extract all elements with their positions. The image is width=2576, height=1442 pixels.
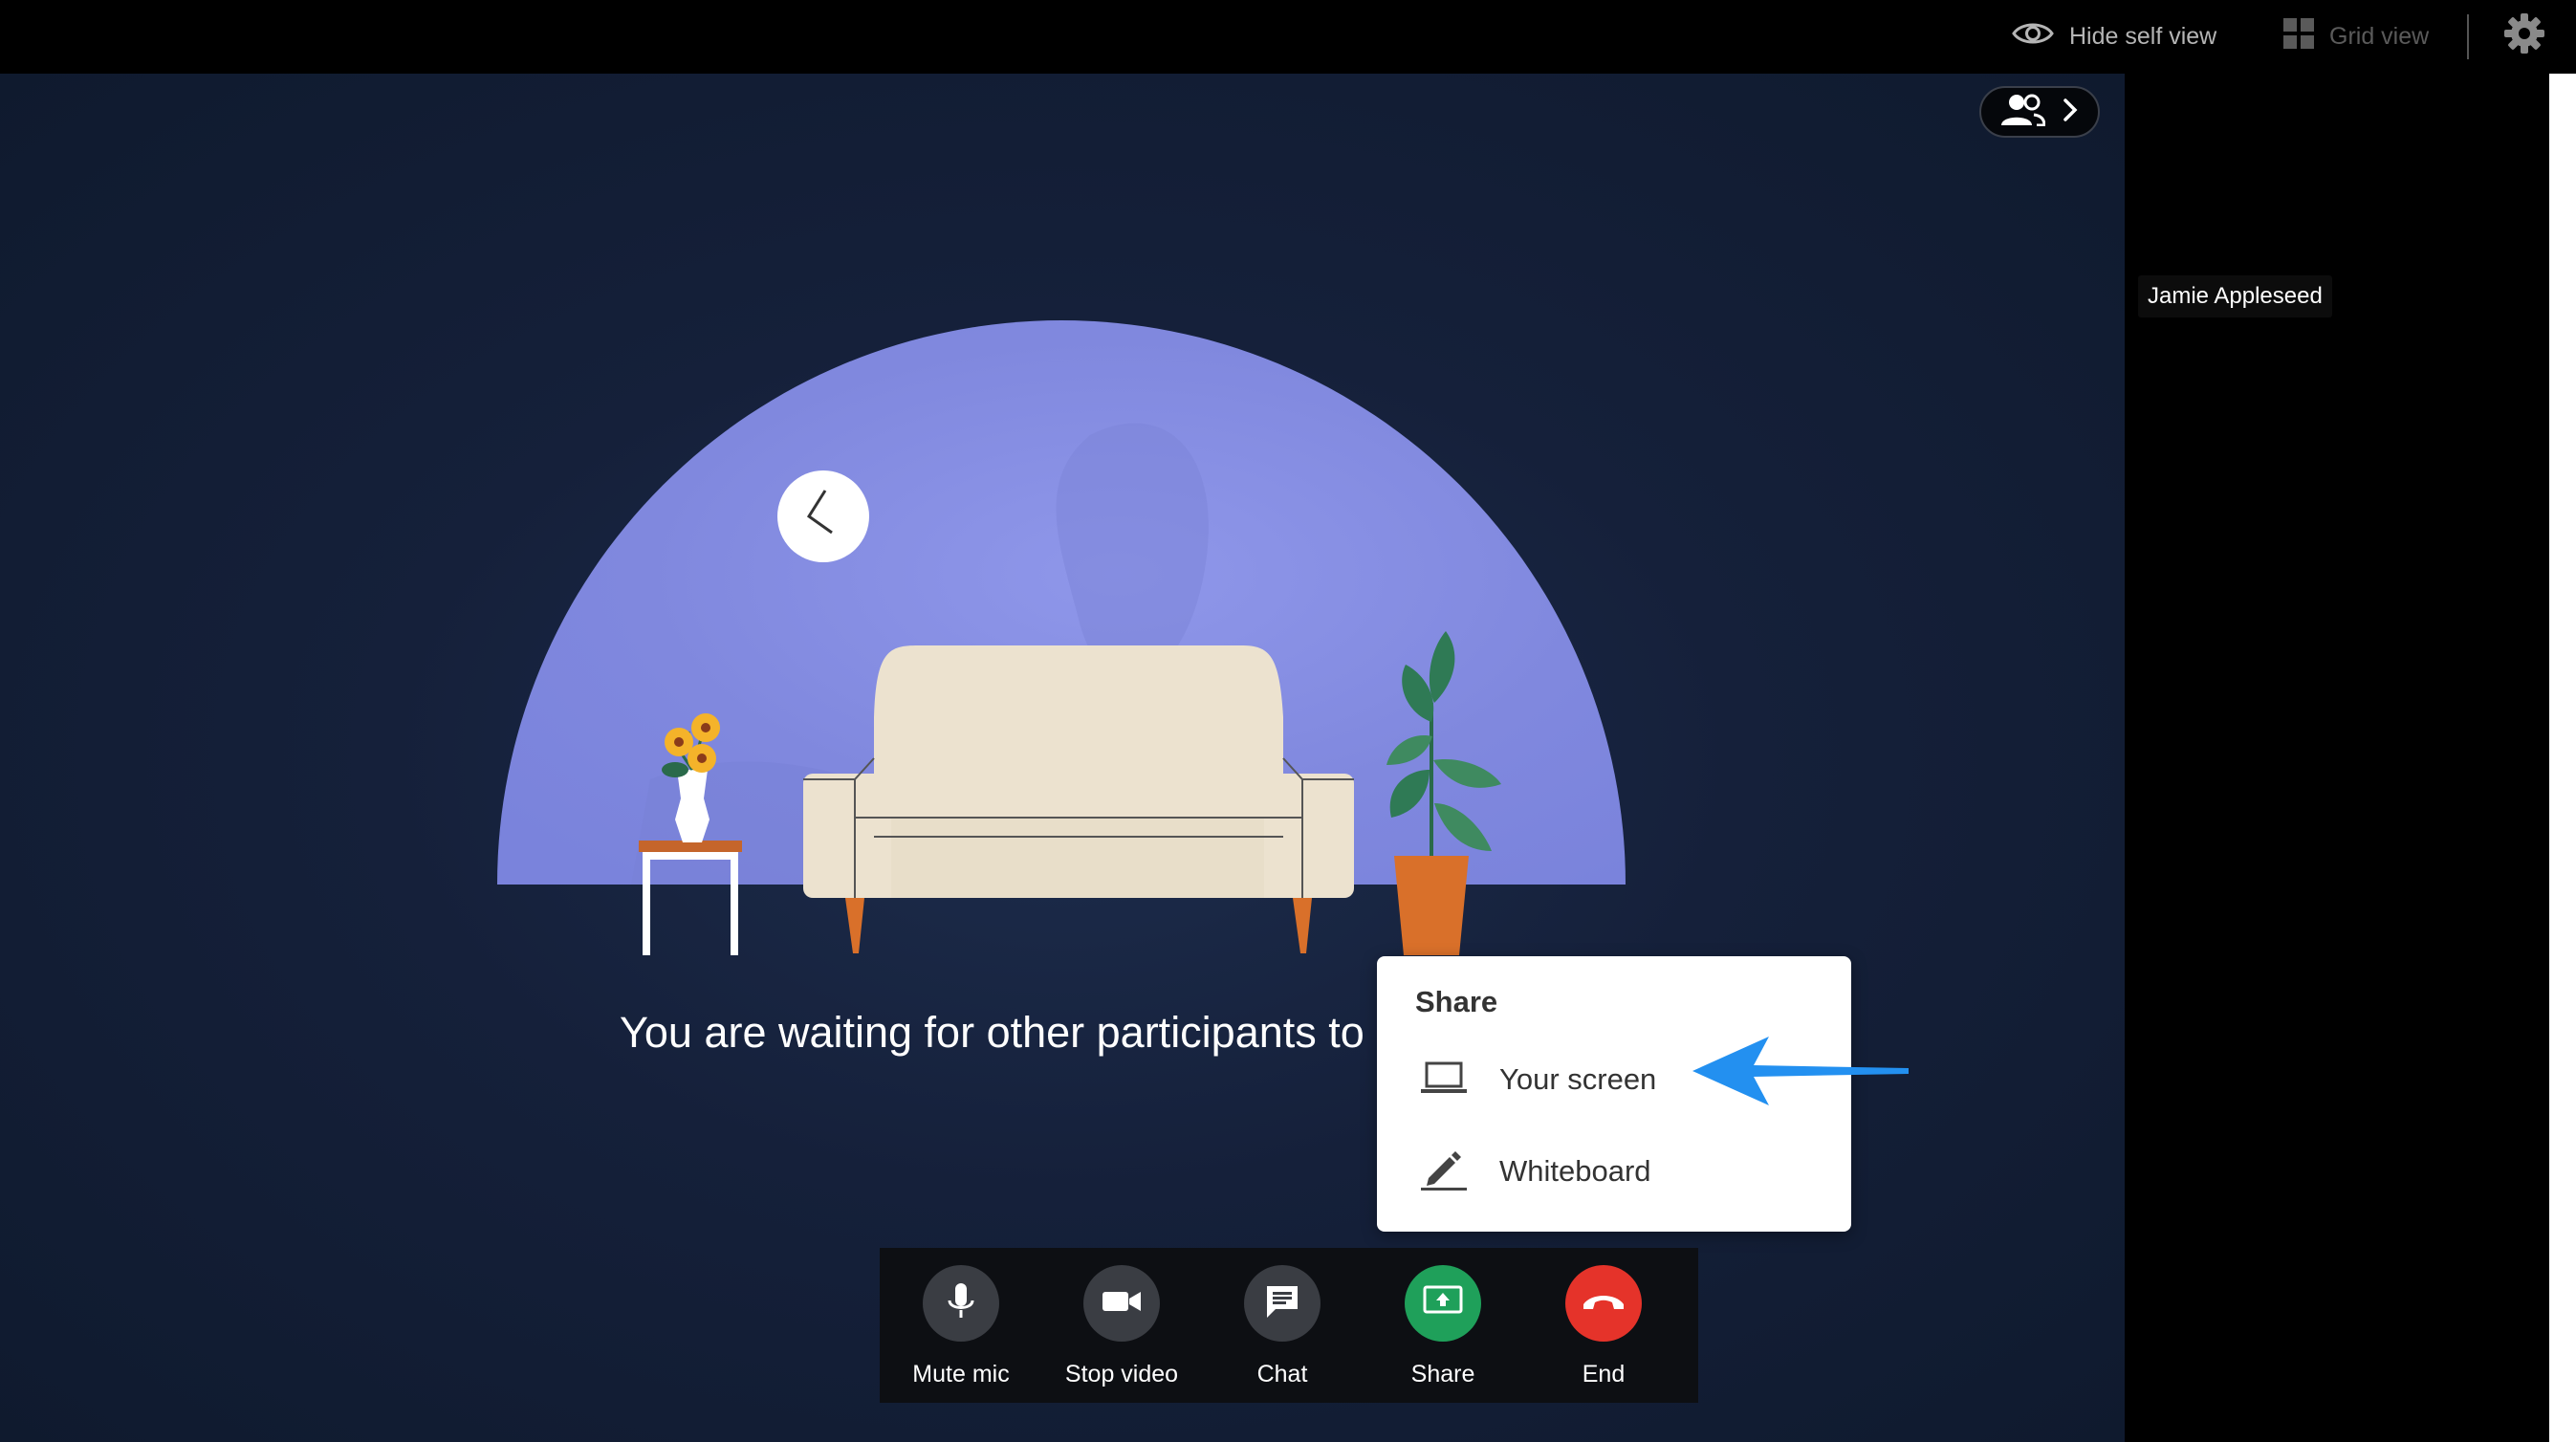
- grid-view-button[interactable]: Grid view: [2283, 0, 2429, 74]
- chat-icon: [1264, 1283, 1300, 1324]
- annotation-arrow-icon: [1692, 1037, 1909, 1105]
- laptop-icon: [1421, 1060, 1467, 1100]
- pencil-icon: [1421, 1147, 1467, 1196]
- share-label: Share: [1410, 1361, 1475, 1387]
- hide-self-view-label: Hide self view: [2069, 23, 2217, 50]
- hang-up-icon: [1582, 1291, 1626, 1317]
- waiting-message: You are waiting for other participants t…: [620, 1008, 1364, 1057]
- waiting-room-illustration: [497, 320, 1626, 955]
- stop-video-label: Stop video: [1064, 1361, 1179, 1387]
- hide-self-view-button[interactable]: Hide self view: [2012, 0, 2216, 74]
- settings-button[interactable]: [2503, 0, 2545, 74]
- toolbar-divider: [2467, 14, 2469, 59]
- video-camera-icon: [1102, 1288, 1141, 1320]
- participant-name-tag: Jamie Appleseed: [2138, 275, 2332, 317]
- people-icon: [2001, 94, 2046, 131]
- grid-view-label: Grid view: [2329, 23, 2430, 50]
- share-whiteboard-option[interactable]: Whiteboard: [1377, 1128, 1851, 1214]
- end-label: End: [1582, 1361, 1626, 1387]
- participants-toggle-button[interactable]: [1979, 86, 2100, 138]
- share-screen-icon: [1423, 1285, 1463, 1322]
- video-call-window: Hide self view Grid view You are waiting…: [0, 0, 2576, 1442]
- window-edge: [2549, 74, 2576, 1442]
- chat-label: Chat: [1256, 1361, 1308, 1387]
- whiteboard-label: Whiteboard: [1499, 1154, 1651, 1188]
- chevron-right-icon: [2063, 98, 2078, 127]
- chat-button[interactable]: Chat: [1201, 1265, 1364, 1399]
- share-button[interactable]: Share: [1362, 1265, 1524, 1399]
- stop-video-button[interactable]: Stop video: [1040, 1265, 1203, 1399]
- grid-icon: [2283, 18, 2314, 55]
- microphone-icon: [947, 1281, 975, 1326]
- call-control-bar: Mute mic Stop video Chat Share End: [880, 1248, 1698, 1403]
- your-screen-label: Your screen: [1499, 1062, 1657, 1096]
- eye-icon: [2012, 19, 2054, 55]
- mute-mic-button[interactable]: Mute mic: [880, 1265, 1042, 1399]
- share-menu-title: Share: [1415, 985, 1498, 1018]
- top-bar: Hide self view Grid view: [0, 0, 2576, 74]
- end-call-button[interactable]: End: [1522, 1265, 1685, 1399]
- mute-mic-label: Mute mic: [912, 1361, 1010, 1387]
- gear-icon: [2503, 12, 2545, 61]
